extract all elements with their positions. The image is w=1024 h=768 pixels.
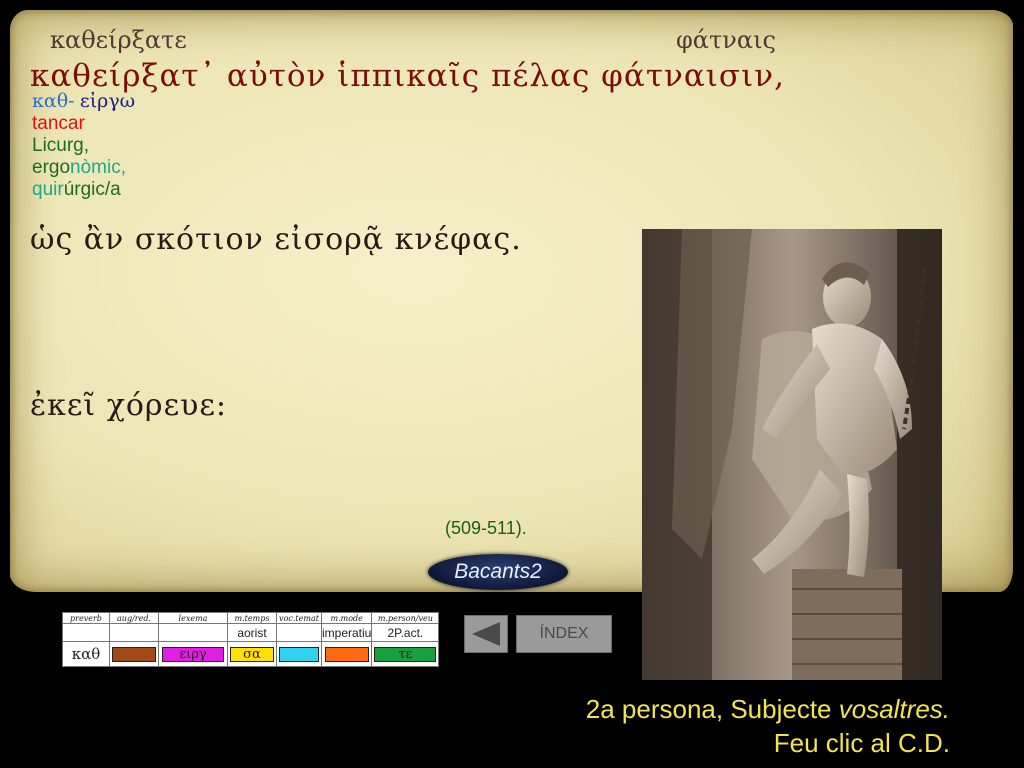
note-derivative-2-part-b: nòmic, [70,157,126,178]
morph-header-tense: m.temps [227,612,277,624]
morph-greek-preverb: καθ [62,641,110,667]
morph-swatch-thematic-vowel [279,646,319,662]
caption: 2a persona, Subjecte vosaltres. Feu clic… [586,692,950,760]
morph-value-mood: imperatiu [320,623,373,642]
note-derivative-2: ergonòmic, [32,157,135,179]
note-etymology: καθ- εἰργω [32,90,135,113]
verse-line-3[interactable]: ἐκεῖ χόρευε: [30,388,227,423]
morph-header-person-voice: m.person/veu [371,612,440,624]
morph-swatch-lexeme: ειργ [162,646,224,662]
morph-swatch-person-voice: τε [374,646,437,662]
caption-line-1-subject: vosaltres. [838,694,950,724]
morphology-table: preverb aug/red. lexema m.temps voc.tema… [62,612,440,667]
back-button[interactable] [464,615,508,653]
note-derivative-2-part-a: ergo [32,157,71,178]
caption-line-2: Feu clic al C.D. [773,728,950,758]
gloss-right: φάτναις [676,26,776,54]
morph-swatch-augment [112,646,156,662]
note-derivative-3-part-a: quir [32,179,64,200]
morph-value-preverb [62,623,110,642]
index-button[interactable]: ÍNDEX [516,615,612,653]
morph-value-tense: aorist [227,623,277,642]
chained-figure-painting [642,229,942,680]
note-derivative-1: Licurg, [32,135,90,156]
gloss-left: καθείρξατε [50,26,187,54]
vocabulary-notes: καθ- εἰργω tancar Licurg, ergonòmic, qui… [32,90,135,201]
morph-value-person-voice: 2P.act. [371,623,440,642]
morph-header-mood: m.mode [320,612,373,624]
morph-color-person-voice: τε [371,641,440,667]
morph-color-mood [320,641,373,667]
morph-color-lexeme: ειργ [158,641,228,667]
note-derivative-3: quirúrgic/a [32,179,135,201]
morph-value-thematic-vowel [276,623,322,642]
morph-header-augment: aug/red. [109,612,159,624]
triangle-left-icon [472,622,500,646]
morph-color-augment [109,641,159,667]
note-meaning: tancar [32,113,85,134]
morph-value-augment [109,623,159,642]
morph-greek-lexeme: ειργ [179,646,207,662]
caption-line-1-text: 2a persona, Subjecte [585,694,839,724]
verse-line-1[interactable]: καθείρξατ᾽ αὐτὸν ἱππικαῖς πέλας φάτναισι… [30,58,785,94]
morph-color-tense: σα [227,641,277,667]
note-prefix: καθ- [32,90,75,112]
morph-header-thematic-vowel: voc.temat [276,612,322,624]
morph-header-preverb: preverb [62,612,110,624]
note-root: εἰργω [79,90,136,112]
morph-header-lexeme: lexema [158,612,228,624]
morph-swatch-tense: σα [230,646,274,662]
morph-color-thematic-vowel [276,641,322,667]
caption-line-1: 2a persona, Subjecte vosaltres. [586,692,950,726]
note-derivative-3-part-b: úrgic/a [63,179,121,200]
painting-illustration [642,229,942,680]
bacants2-button[interactable]: Bacants2 [428,554,568,590]
morph-greek-person-voice: τε [398,646,413,662]
morph-value-lexeme [158,623,228,642]
morph-greek-tense: σα [243,646,261,662]
morph-swatch-mood [324,646,369,662]
verse-reference: (509-511). [445,518,527,538]
verse-line-2[interactable]: ὡς ἂν σκότιον εἰσορᾷ κνέφας. [30,222,522,257]
